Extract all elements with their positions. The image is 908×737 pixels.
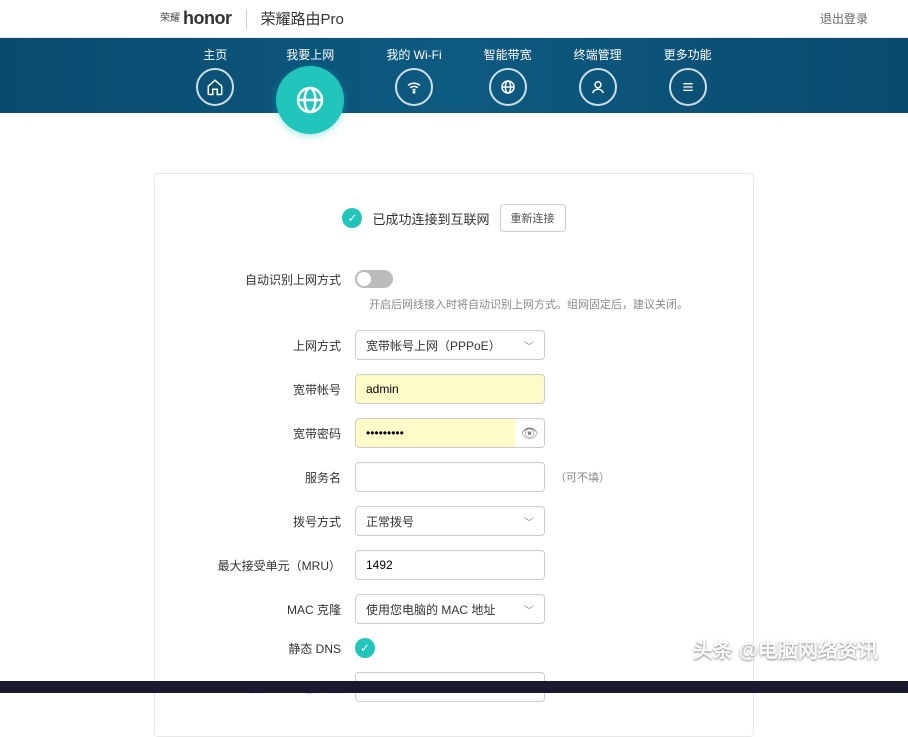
nav-devices[interactable]: 终端管理: [574, 46, 622, 106]
row-mru: 最大接受单元（MRU）: [155, 550, 753, 580]
row-password: 宽带密码 👁: [155, 418, 753, 448]
logout-link[interactable]: 退出登录: [820, 10, 868, 27]
mac-value: 使用您电脑的 MAC 地址: [366, 601, 495, 618]
dial-label: 拨号方式: [185, 513, 355, 530]
account-label: 宽带帐号: [185, 381, 355, 398]
password-input[interactable]: [355, 418, 515, 448]
service-input[interactable]: [355, 462, 545, 492]
globe-icon: [276, 66, 344, 134]
show-password-button[interactable]: 👁: [515, 418, 545, 448]
service-field[interactable]: [366, 470, 534, 484]
account-input[interactable]: [355, 374, 545, 404]
mru-field[interactable]: [366, 558, 534, 572]
nav-label: 终端管理: [574, 46, 622, 63]
brand-separator: [246, 9, 247, 29]
eye-icon: 👁: [521, 425, 539, 442]
taskbar-strip: [0, 681, 908, 693]
conn-type-select[interactable]: 宽带帐号上网（PPPoE） ﹀: [355, 330, 545, 360]
nav-label: 智能带宽: [484, 46, 532, 63]
conn-type-value: 宽带帐号上网（PPPoE）: [366, 337, 501, 354]
content-card: ✓ 已成功连接到互联网 重新连接 自动识别上网方式 开启后网线接入时将自动识别上…: [154, 173, 754, 737]
row-service: 服务名 （可不填）: [155, 462, 753, 492]
service-tail: （可不填）: [555, 469, 610, 485]
conn-type-label: 上网方式: [185, 337, 355, 354]
status-row: ✓ 已成功连接到互联网 重新连接: [155, 204, 753, 232]
nav-home[interactable]: 主页: [196, 46, 234, 106]
mac-select[interactable]: 使用您电脑的 MAC 地址 ﹀: [355, 594, 545, 624]
nav-band: 主页 我要上网 我的 Wi-Fi 智能带宽 终端管理: [0, 38, 908, 113]
status-text: 已成功连接到互联网: [372, 209, 489, 228]
reconnect-button[interactable]: 重新连接: [500, 204, 566, 232]
row-dial: 拨号方式 正常拨号 ﹀: [155, 506, 753, 536]
chevron-down-icon: ﹀: [524, 514, 534, 529]
nav-label: 我要上网: [276, 46, 344, 63]
home-icon: [196, 68, 234, 106]
nav-bandwidth[interactable]: 智能带宽: [484, 46, 532, 106]
row-static-dns: 静态 DNS ✓: [155, 638, 753, 658]
row-mac: MAC 克隆 使用您电脑的 MAC 地址 ﹀: [155, 594, 753, 624]
auto-detect-hint: 开启后网线接入时将自动识别上网方式。组网固定后，建议关闭。: [339, 296, 753, 312]
mac-label: MAC 克隆: [185, 601, 355, 618]
row-account: 宽带帐号: [155, 374, 753, 404]
globe-small-icon: [489, 68, 527, 106]
mru-input[interactable]: [355, 550, 545, 580]
password-field[interactable]: [366, 426, 505, 440]
auto-detect-label: 自动识别上网方式: [185, 271, 355, 288]
account-field[interactable]: [366, 382, 534, 396]
row-conn-type: 上网方式 宽带帐号上网（PPPoE） ﹀: [155, 330, 753, 360]
brand-mark: 荣耀: [160, 14, 180, 24]
dial-select[interactable]: 正常拨号 ﹀: [355, 506, 545, 536]
chevron-down-icon: ﹀: [524, 602, 534, 617]
nav-label: 我的 Wi-Fi: [386, 46, 441, 63]
nav-internet[interactable]: 我要上网: [276, 46, 344, 137]
wifi-icon: [395, 68, 433, 106]
nav-label: 更多功能: [664, 46, 712, 63]
mru-label: 最大接受单元（MRU）: [185, 557, 355, 574]
menu-icon: [669, 68, 707, 106]
static-dns-label: 静态 DNS: [185, 640, 355, 657]
brand-word: honor: [183, 8, 232, 29]
nav-label: 主页: [196, 46, 234, 63]
static-dns-checkbox[interactable]: ✓: [355, 638, 375, 658]
product-name: 荣耀路由Pro: [261, 8, 344, 29]
service-label: 服务名: [185, 469, 355, 486]
nav-wifi[interactable]: 我的 Wi-Fi: [386, 46, 441, 106]
user-icon: [579, 68, 617, 106]
password-label: 宽带密码: [185, 425, 355, 442]
top-bar: 荣耀 honor 荣耀路由Pro 退出登录: [0, 0, 908, 38]
nav-more[interactable]: 更多功能: [664, 46, 712, 106]
auto-detect-toggle[interactable]: [355, 270, 393, 288]
row-auto-detect: 自动识别上网方式: [155, 270, 753, 288]
chevron-down-icon: ﹀: [524, 338, 534, 353]
dial-value: 正常拨号: [366, 513, 414, 530]
check-icon: ✓: [342, 208, 362, 228]
